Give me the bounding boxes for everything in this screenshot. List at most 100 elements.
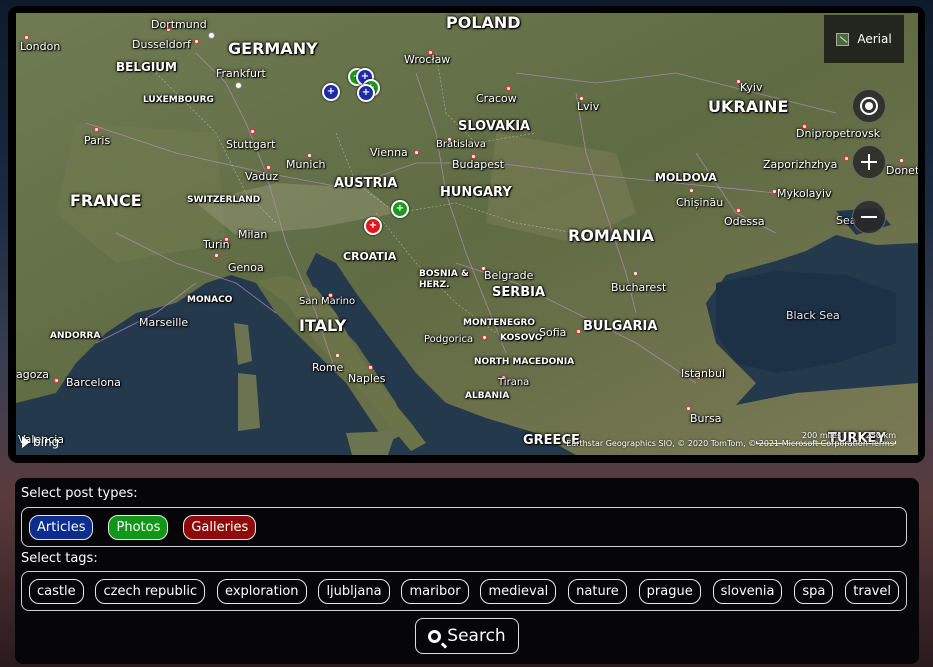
city-label-bratislava: Bratislava: [436, 139, 486, 150]
country-label-bulgaria: BULGARIA: [583, 319, 658, 334]
tag-medieval[interactable]: medieval: [480, 578, 557, 604]
city-dot: [208, 32, 215, 39]
bing-logo-icon: [22, 436, 30, 448]
country-label-ukraine: UKRAINE: [708, 97, 789, 116]
city-label-dnipropetrovsk: Dnipropetrovsk: [796, 127, 881, 140]
country-label-france: FRANCE: [70, 191, 142, 210]
country-label-andorra: ANDORRA: [50, 331, 101, 341]
country-label-romania: ROMANIA: [568, 226, 654, 245]
country-label-kosovo: KOSOVO: [500, 333, 543, 343]
city-label-kyiv: Kyiv: [740, 81, 763, 94]
city-label-genoa: Genoa: [228, 261, 264, 274]
country-label-bosnia: BOSNIA & HERZ.: [419, 269, 469, 290]
country-label-north-macedonia: NORTH MACEDONIA: [474, 357, 575, 367]
zoom-out-icon: [861, 216, 877, 218]
post-type-articles[interactable]: Articles: [29, 514, 94, 540]
city-label-milan: Milan: [238, 228, 268, 241]
map-style-label: Aerial: [857, 32, 892, 46]
tag-exploration[interactable]: exploration: [217, 578, 307, 604]
map[interactable]: POLAND GERMANY BELGIUM LUXEMBOURG UKRAIN…: [16, 13, 918, 455]
country-label-montenegro: MONTENEGRO: [463, 318, 536, 328]
map-terrain: [16, 13, 918, 455]
tags-group: castle czech republic exploration ljublj…: [21, 571, 907, 611]
country-label-hungary: HUNGARY: [440, 185, 512, 200]
tag-castle[interactable]: castle: [29, 578, 84, 604]
tag-spa[interactable]: spa: [794, 578, 834, 604]
tag-prague[interactable]: prague: [638, 578, 701, 604]
city-label-munich: Munich: [286, 158, 326, 171]
sea-label-black-sea: Black Sea: [786, 309, 840, 322]
map-style-aerial-button[interactable]: Aerial: [824, 15, 904, 63]
country-label-switzerland: SWITZERLAND: [187, 195, 261, 205]
city-label-frankfurt: Frankfurt: [216, 67, 266, 80]
country-label-croatia: CROATIA: [343, 250, 397, 263]
zoom-in-button[interactable]: [852, 145, 886, 179]
city-label-mykolayiv: Mykolayiv: [777, 187, 832, 200]
city-label-rome: Rome: [312, 361, 344, 374]
country-label-poland: POLAND: [446, 13, 521, 32]
country-label-belgium: BELGIUM: [116, 60, 177, 74]
country-label-germany: GERMANY: [228, 39, 318, 58]
city-label-dusseldorf: Dusseldorf: [132, 38, 191, 51]
city-label-wroclaw: Wrocław: [404, 53, 451, 66]
bing-logo[interactable]: bing: [22, 435, 59, 449]
country-label-italy: ITALY: [299, 316, 347, 335]
locate-icon: [860, 97, 878, 115]
city-label-barcelona: Barcelona: [66, 376, 121, 389]
search-button-label: Search: [447, 626, 506, 646]
city-label-london: London: [20, 40, 61, 53]
city-label-lviv: Lviv: [577, 100, 600, 113]
map-marker-gallery[interactable]: +: [364, 217, 382, 235]
city-label-saragossa: agoza: [16, 368, 49, 381]
country-label-serbia: SERBIA: [492, 285, 546, 300]
city-label-dortmund: Dortmund: [151, 18, 207, 31]
city-label-budapest: Budapest: [452, 158, 505, 171]
map-marker-photo[interactable]: +: [391, 200, 409, 218]
country-label-austria: AUSTRIA: [334, 176, 398, 191]
city-label-vaduz: Vaduz: [245, 170, 279, 183]
post-type-galleries[interactable]: Galleries: [183, 514, 257, 540]
city-label-naples: Naples: [348, 372, 386, 385]
post-types-group: Articles Photos Galleries: [21, 507, 907, 547]
zoom-out-button[interactable]: [852, 200, 886, 234]
city-label-podgorica: Podgorica: [424, 334, 474, 345]
tag-nature[interactable]: nature: [568, 578, 627, 604]
city-label-chisinau: Chișinău: [676, 196, 724, 209]
city-label-turin: Turin: [203, 238, 230, 251]
filter-panel: Select post types: Articles Photos Galle…: [15, 478, 919, 664]
city-label-bucharest: Bucharest: [611, 281, 667, 294]
country-label-luxembourg: LUXEMBOURG: [143, 95, 214, 105]
tags-label: Select tags:: [21, 551, 98, 566]
city-label-sofia: Sofia: [539, 326, 567, 339]
city-label-belgrade: Belgrade: [484, 269, 534, 282]
map-marker-article[interactable]: +: [322, 83, 340, 101]
city-label-san-marino: San Marino: [299, 296, 356, 307]
country-label-moldova: MOLDOVA: [655, 171, 717, 184]
tag-travel[interactable]: travel: [845, 578, 899, 604]
city-label-marseille: Marseille: [139, 316, 189, 329]
city-label-tirana: Tirana: [498, 377, 530, 388]
post-types-label: Select post types:: [21, 486, 138, 501]
tag-ljubljana[interactable]: ljubljana: [318, 578, 390, 604]
country-label-slovakia: SLOVAKIA: [458, 119, 531, 134]
country-label-monaco: MONACO: [187, 295, 233, 305]
search-icon: [428, 629, 442, 643]
city-label-donets: Donets: [886, 164, 918, 177]
bing-logo-text: bing: [33, 435, 60, 449]
city-label-stuttgart: Stuttgart: [226, 138, 276, 151]
map-marker-article[interactable]: +: [357, 84, 375, 102]
map-copyright: Earthstar Geographics SIO, © 2020 TomTom…: [566, 439, 894, 448]
locate-me-button[interactable]: [852, 89, 886, 123]
city-label-odessa: Odessa: [724, 215, 765, 228]
city-label-paris: Paris: [84, 134, 111, 147]
city-label-cracow: Cracow: [476, 92, 517, 105]
country-label-albania: ALBANIA: [465, 391, 510, 401]
tag-slovenia[interactable]: slovenia: [712, 578, 783, 604]
tag-czech-republic[interactable]: czech republic: [95, 578, 206, 604]
city-label-zaporizhzhya: Zaporizhzhya: [763, 158, 838, 171]
aerial-icon: [836, 32, 850, 46]
city-label-bursa: Bursa: [690, 412, 722, 425]
post-type-photos[interactable]: Photos: [108, 514, 169, 540]
search-button[interactable]: Search: [415, 618, 519, 654]
tag-maribor[interactable]: maribor: [401, 578, 469, 604]
